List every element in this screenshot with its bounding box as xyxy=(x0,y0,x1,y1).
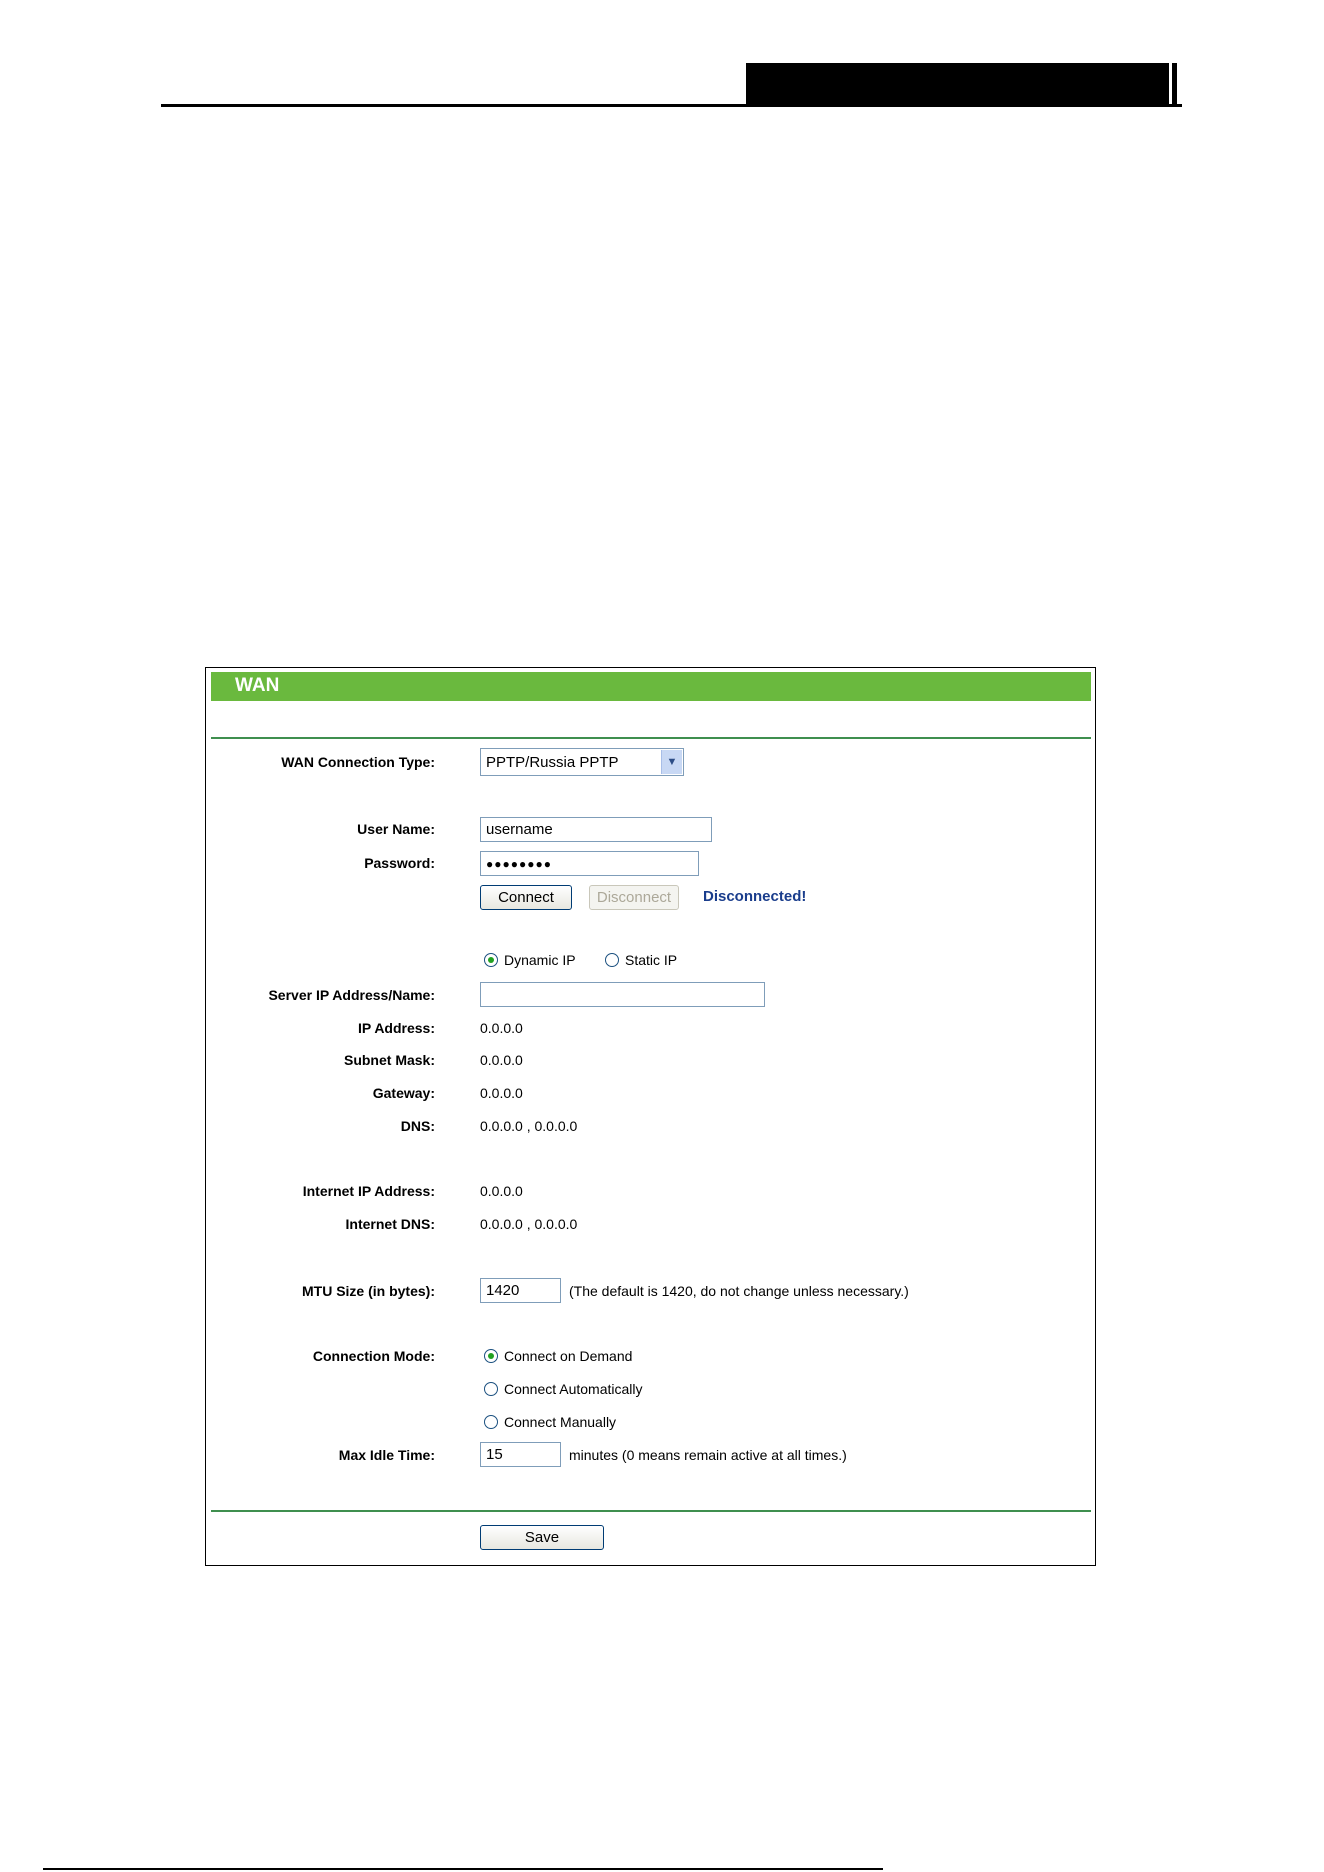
server-field[interactable] xyxy=(480,982,765,1007)
internet-ip-label: Internet IP Address: xyxy=(302,1183,435,1199)
disconnect-button[interactable]: Disconnect xyxy=(589,885,679,910)
internet-dns-label: Internet DNS: xyxy=(345,1216,435,1232)
footer-divider xyxy=(211,1510,1091,1512)
footer-rule xyxy=(43,1868,883,1870)
connect-automatically-label: Connect Automatically xyxy=(504,1381,643,1397)
header-rule xyxy=(161,104,1182,107)
connect-on-demand-label: Connect on Demand xyxy=(504,1348,633,1364)
user-name-label: User Name: xyxy=(357,821,435,837)
chevron-down-icon[interactable]: ▼ xyxy=(661,750,682,774)
user-name-field[interactable]: username xyxy=(480,817,712,842)
ip-address-label: IP Address: xyxy=(357,1020,435,1036)
connection-type-select[interactable]: PPTP/Russia PPTP ▼ xyxy=(480,748,684,776)
connect-on-demand-radio[interactable] xyxy=(484,1349,498,1363)
wan-panel: WAN WAN Connection Type: PPTP/Russia PPT… xyxy=(205,667,1096,1566)
dynamic-ip-label: Dynamic IP xyxy=(504,952,576,968)
panel-header: WAN xyxy=(211,672,1091,701)
subnet-label: Subnet Mask: xyxy=(343,1052,435,1068)
header-bar-end xyxy=(1170,63,1177,107)
connect-manually-radio[interactable] xyxy=(484,1415,498,1429)
connection-type-label: WAN Connection Type: xyxy=(281,754,435,770)
dns-label: DNS: xyxy=(400,1118,435,1134)
subnet-value: 0.0.0.0 xyxy=(480,1052,523,1068)
max-idle-label: Max Idle Time: xyxy=(338,1447,435,1463)
save-button[interactable]: Save xyxy=(480,1525,604,1550)
static-ip-label: Static IP xyxy=(625,952,678,968)
max-idle-note: minutes (0 means remain active at all ti… xyxy=(569,1447,847,1463)
mtu-field[interactable]: 1420 xyxy=(480,1278,561,1303)
mtu-note: (The default is 1420, do not change unle… xyxy=(569,1283,909,1299)
panel-title: WAN xyxy=(235,675,280,696)
connect-automatically-radio[interactable] xyxy=(484,1382,498,1396)
static-ip-radio[interactable] xyxy=(605,953,619,967)
gateway-value: 0.0.0.0 xyxy=(480,1085,523,1101)
max-idle-field[interactable]: 15 xyxy=(480,1442,561,1467)
header-black-bar xyxy=(746,63,1169,107)
server-label: Server IP Address/Name: xyxy=(268,987,435,1003)
internet-dns-value: 0.0.0.0 , 0.0.0.0 xyxy=(480,1216,578,1232)
dynamic-ip-radio[interactable] xyxy=(484,953,498,967)
internet-ip-value: 0.0.0.0 xyxy=(480,1183,523,1199)
gateway-label: Gateway: xyxy=(372,1085,435,1101)
mtu-label: MTU Size (in bytes): xyxy=(301,1283,435,1299)
password-label: Password: xyxy=(364,855,435,871)
password-field[interactable]: ●●●●●●●● xyxy=(480,851,699,876)
connection-status: Disconnected! xyxy=(703,888,807,905)
connection-type-value: PPTP/Russia PPTP xyxy=(486,754,619,771)
header-divider xyxy=(211,737,1091,739)
ip-address-value: 0.0.0.0 xyxy=(480,1020,523,1036)
connection-mode-label: Connection Mode: xyxy=(312,1348,435,1364)
connect-manually-label: Connect Manually xyxy=(504,1414,617,1430)
connect-button[interactable]: Connect xyxy=(480,885,572,910)
dns-value: 0.0.0.0 , 0.0.0.0 xyxy=(480,1118,578,1134)
